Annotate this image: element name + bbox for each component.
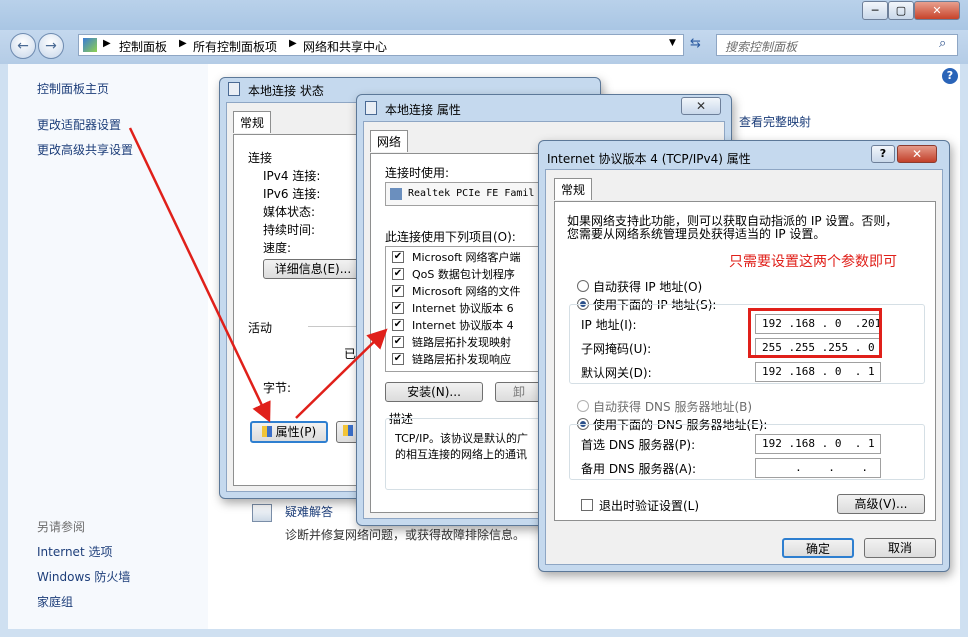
- annotation-arrows: [128, 127, 388, 423]
- arrow-to-properties: [128, 127, 271, 423]
- arrow-to-ipv4-item: [295, 328, 388, 419]
